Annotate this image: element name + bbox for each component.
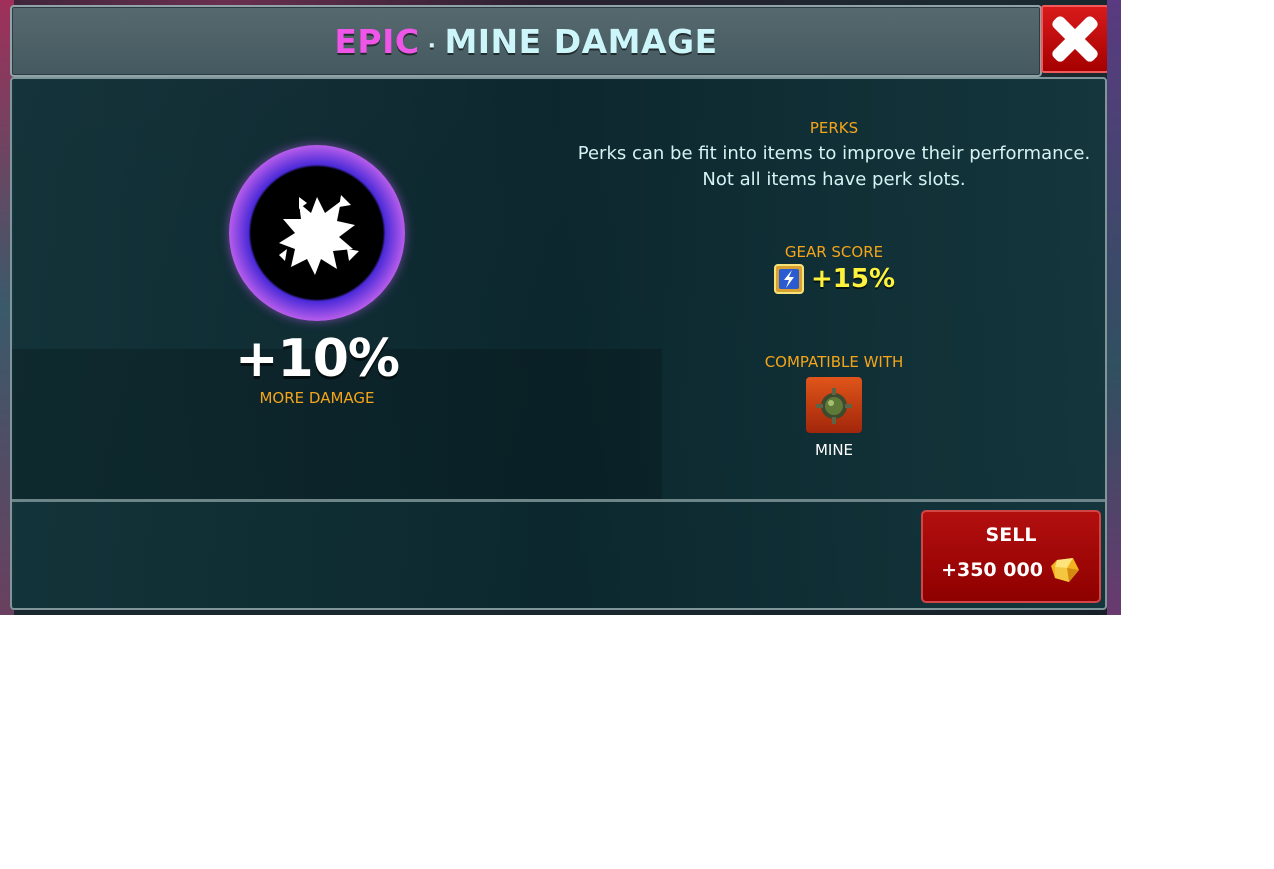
page-title: EPIC · MINE DAMAGE bbox=[334, 22, 717, 61]
close-button[interactable] bbox=[1041, 5, 1109, 73]
perk-detail-panel: +10% MORE DAMAGE PERKS Perks can be fit … bbox=[10, 77, 1107, 610]
sell-label: SELL bbox=[985, 524, 1037, 546]
panel-divider bbox=[12, 499, 1105, 502]
gear-score-value: +15% bbox=[810, 264, 896, 294]
explosion-icon bbox=[279, 195, 359, 275]
perk-bonus-value: +10% bbox=[234, 329, 400, 389]
mine-item-icon[interactable] bbox=[806, 377, 862, 433]
perks-description: Perks can be fit into items to improve t… bbox=[577, 143, 1091, 190]
perk-badge bbox=[229, 145, 405, 321]
item-name: MINE DAMAGE bbox=[444, 21, 718, 61]
gear-score-icon bbox=[773, 264, 804, 294]
compatibility-info: COMPATIBLE WITH MINE bbox=[574, 353, 1094, 459]
sell-price-value: +350 000 bbox=[941, 559, 1043, 581]
compatible-label: COMPATIBLE WITH bbox=[764, 353, 904, 371]
sell-button[interactable]: SELL +350 000 bbox=[921, 510, 1101, 603]
perk-bonus-caption: MORE DAMAGE bbox=[259, 389, 375, 407]
title-bar: EPIC · MINE DAMAGE bbox=[10, 5, 1042, 77]
sell-price: +350 000 bbox=[923, 554, 1099, 586]
game-background: EPIC · MINE DAMAGE +10% MORE DAMAGE PERKS bbox=[0, 0, 1121, 615]
rarity-label: EPIC bbox=[334, 21, 420, 61]
title-separator: · bbox=[427, 33, 437, 59]
perks-label: PERKS bbox=[809, 119, 859, 137]
close-icon bbox=[1052, 16, 1098, 62]
perks-info: PERKS Perks can be fit into items to imp… bbox=[574, 119, 1094, 193]
gear-score-label: GEAR SCORE bbox=[784, 243, 884, 261]
mine-icon bbox=[816, 388, 852, 424]
gear-score-info: GEAR SCORE +15% bbox=[574, 243, 1094, 295]
gold-gem-icon bbox=[1050, 558, 1079, 582]
gear-score: +15% bbox=[574, 263, 1094, 295]
compatible-item-label: MINE bbox=[814, 441, 854, 459]
